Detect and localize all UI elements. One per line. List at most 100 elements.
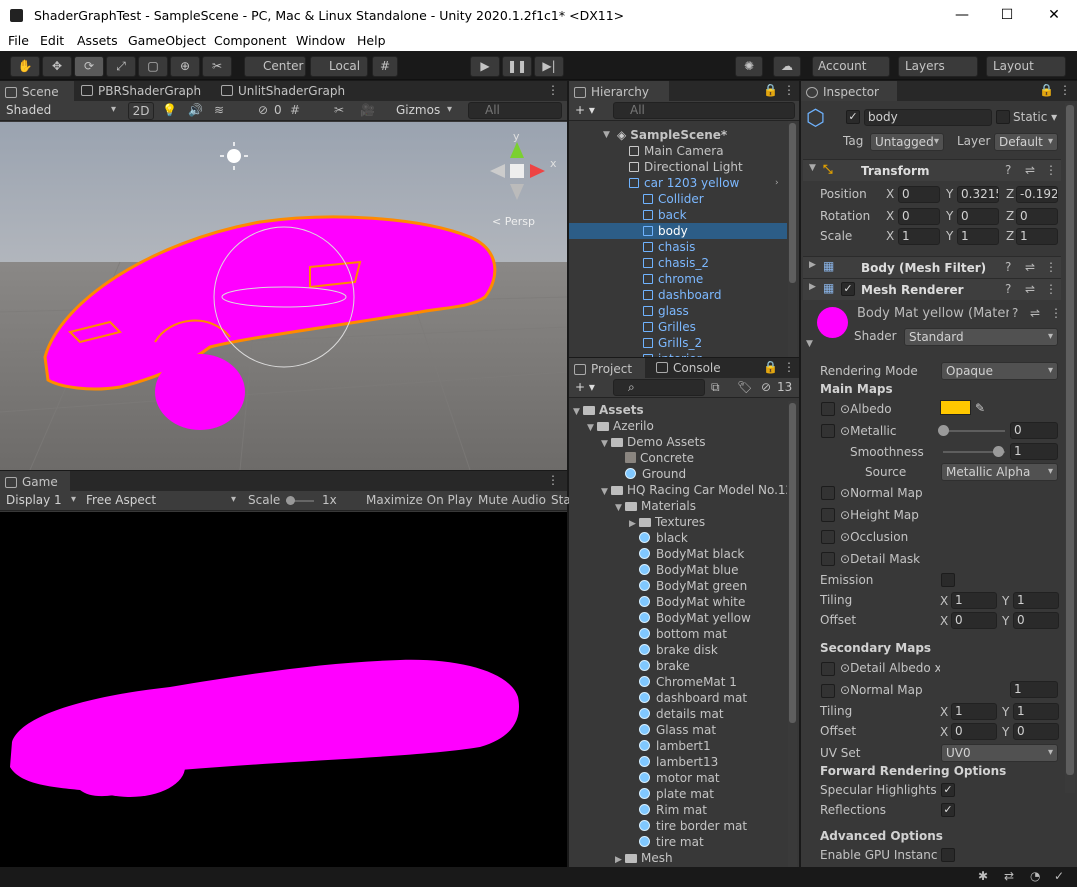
project-item[interactable]: black xyxy=(569,530,787,546)
project-lock-icon[interactable]: 🔒 xyxy=(763,360,778,374)
static-dropdown[interactable]: Static ▾ xyxy=(1013,109,1057,126)
tab-scene[interactable]: Scene xyxy=(0,81,74,101)
tools-toggle-icon[interactable]: ✂ xyxy=(334,103,344,117)
display-dropdown[interactable]: Display 1 xyxy=(2,492,80,510)
hierarchy-item[interactable]: chasis xyxy=(569,239,787,255)
help-icon[interactable]: ? xyxy=(1005,282,1011,296)
minimize-button[interactable]: — xyxy=(948,4,976,26)
tiling2-y-field[interactable]: 1 xyxy=(1013,703,1059,720)
shader-dropdown[interactable]: Standard xyxy=(904,328,1058,346)
project-item[interactable]: brake xyxy=(569,658,787,674)
material-help-icon[interactable]: ? xyxy=(1012,305,1018,322)
pivot-local-button[interactable]: Local xyxy=(310,56,368,77)
layer-dropdown[interactable]: Default xyxy=(994,133,1058,151)
tab-console[interactable]: Console xyxy=(651,358,731,378)
hierarchy-item[interactable]: chasis_2 xyxy=(569,255,787,271)
project-item[interactable]: ▼ Azerilo xyxy=(569,418,787,434)
project-item[interactable]: lambert1 xyxy=(569,738,787,754)
project-item[interactable]: plate mat xyxy=(569,786,787,802)
menu-window[interactable]: Window xyxy=(296,33,345,48)
project-item[interactable]: BodyMat blue xyxy=(569,562,787,578)
metallic-slider-thumb[interactable] xyxy=(938,425,949,436)
project-item[interactable]: BodyMat white xyxy=(569,594,787,610)
project-item[interactable]: dashboard mat xyxy=(569,690,787,706)
albedo-texture-slot[interactable] xyxy=(821,402,835,416)
project-item[interactable]: BodyMat green xyxy=(569,578,787,594)
hierarchy-item[interactable]: interior xyxy=(569,351,787,357)
smoothness-value-field[interactable]: 1 xyxy=(1010,443,1058,460)
metallic-value-field[interactable]: 0 xyxy=(1010,422,1058,439)
project-scrollbar[interactable] xyxy=(788,401,797,867)
grid-toggle-icon[interactable]: # xyxy=(290,103,300,117)
offset2-y-field[interactable]: 0 xyxy=(1013,723,1059,740)
uv-set-dropdown[interactable]: UV0 xyxy=(941,744,1058,762)
scale-y-field[interactable]: 1 xyxy=(957,228,999,245)
transform-tool-icon[interactable]: ⊕ xyxy=(170,56,200,77)
tab-inspector[interactable]: Inspector xyxy=(801,81,897,101)
occlusion-slot[interactable] xyxy=(821,530,835,544)
hierarchy-item[interactable]: chrome xyxy=(569,271,787,287)
normal-map-slot[interactable] xyxy=(821,486,835,500)
hierarchy-scrollbar[interactable] xyxy=(788,121,797,357)
hierarchy-item[interactable]: back xyxy=(569,207,787,223)
game-menu-icon[interactable]: ⋮ xyxy=(547,473,559,487)
static-checkbox[interactable] xyxy=(996,110,1010,124)
rotation-z-field[interactable]: 0 xyxy=(1016,208,1058,225)
position-z-field[interactable]: -0.192 xyxy=(1016,186,1058,203)
hidden-packages-icon[interactable]: ⊘ xyxy=(761,380,771,394)
hierarchy-menu-icon[interactable]: ⋮ xyxy=(783,83,795,97)
hierarchy-item[interactable]: Main Camera xyxy=(569,143,787,159)
albedo-color-swatch[interactable] xyxy=(940,400,971,415)
cloud-icon[interactable]: ☁ xyxy=(773,56,801,77)
position-x-field[interactable]: 0 xyxy=(898,186,940,203)
project-item[interactable]: lambert13 xyxy=(569,754,787,770)
2d-toggle-button[interactable]: 2D xyxy=(128,102,154,120)
help-icon[interactable]: ? xyxy=(1005,260,1011,274)
maximize-button[interactable]: ☐ xyxy=(993,4,1021,26)
smoothness-slider-thumb[interactable] xyxy=(993,446,1004,457)
offset-y-field[interactable]: 0 xyxy=(1013,612,1059,629)
position-y-field[interactable]: 0.3215 xyxy=(957,186,999,203)
scene-search-input[interactable]: All xyxy=(468,102,562,119)
tab-unlit-shadergraph[interactable]: UnlitShaderGraph xyxy=(216,81,356,101)
close-button[interactable]: ✕ xyxy=(1040,4,1068,26)
camera-settings-icon[interactable]: 🎥 xyxy=(360,103,375,117)
preset-icon[interactable]: ⇌ xyxy=(1025,163,1035,177)
project-item[interactable]: BodyMat yellow xyxy=(569,610,787,626)
project-item[interactable]: ▼ Demo Assets xyxy=(569,434,787,450)
source-dropdown[interactable]: Metallic Alpha xyxy=(941,463,1058,481)
component-menu-icon[interactable]: ⋮ xyxy=(1045,260,1057,274)
reflections-checkbox[interactable]: ✓ xyxy=(941,803,955,817)
network-icon[interactable]: ⇄ xyxy=(1004,869,1014,883)
project-item[interactable]: ▶ Textures xyxy=(569,514,787,530)
preset-icon[interactable]: ⇌ xyxy=(1025,282,1035,296)
project-item[interactable]: tire border mat xyxy=(569,818,787,834)
hierarchy-item[interactable]: Directional Light xyxy=(569,159,787,175)
hand-tool-icon[interactable]: ✋ xyxy=(10,56,40,77)
project-item[interactable]: BodyMat black xyxy=(569,546,787,562)
project-item[interactable]: Glass mat xyxy=(569,722,787,738)
material-menu-icon[interactable]: ⋮ xyxy=(1050,305,1062,322)
pivot-center-button[interactable]: Center xyxy=(244,56,306,77)
scale-slider-thumb[interactable] xyxy=(286,496,295,505)
mute-audio-toggle[interactable]: Mute Audio xyxy=(478,492,546,509)
tiling-y-field[interactable]: 1 xyxy=(1013,592,1059,609)
lighting-toggle-icon[interactable]: 💡 xyxy=(162,103,177,117)
foldout-arrow-icon[interactable]: ▶ xyxy=(615,852,625,867)
eyedropper-icon[interactable]: ✎ xyxy=(975,400,985,417)
scale-z-field[interactable]: 1 xyxy=(1016,228,1058,245)
move-tool-icon[interactable]: ✥ xyxy=(42,56,72,77)
persp-label[interactable]: < Persp xyxy=(492,215,535,228)
prefab-arrow-icon[interactable]: › xyxy=(775,175,785,191)
panel-menu-icon[interactable]: ⋮ xyxy=(547,83,559,97)
detail-normal-slot[interactable] xyxy=(821,684,835,698)
check-icon[interactable]: ✓ xyxy=(1054,869,1064,883)
specular-highlights-checkbox[interactable]: ✓ xyxy=(941,783,955,797)
layers-dropdown[interactable]: Layers xyxy=(898,56,978,77)
hierarchy-item[interactable]: body xyxy=(569,223,787,239)
project-item[interactable]: ▶ Mesh xyxy=(569,850,787,866)
account-dropdown[interactable]: Account xyxy=(812,56,890,77)
offset-x-field[interactable]: 0 xyxy=(951,612,997,629)
menu-gameobject[interactable]: GameObject xyxy=(128,33,206,48)
rendering-mode-dropdown[interactable]: Opaque xyxy=(941,362,1058,380)
